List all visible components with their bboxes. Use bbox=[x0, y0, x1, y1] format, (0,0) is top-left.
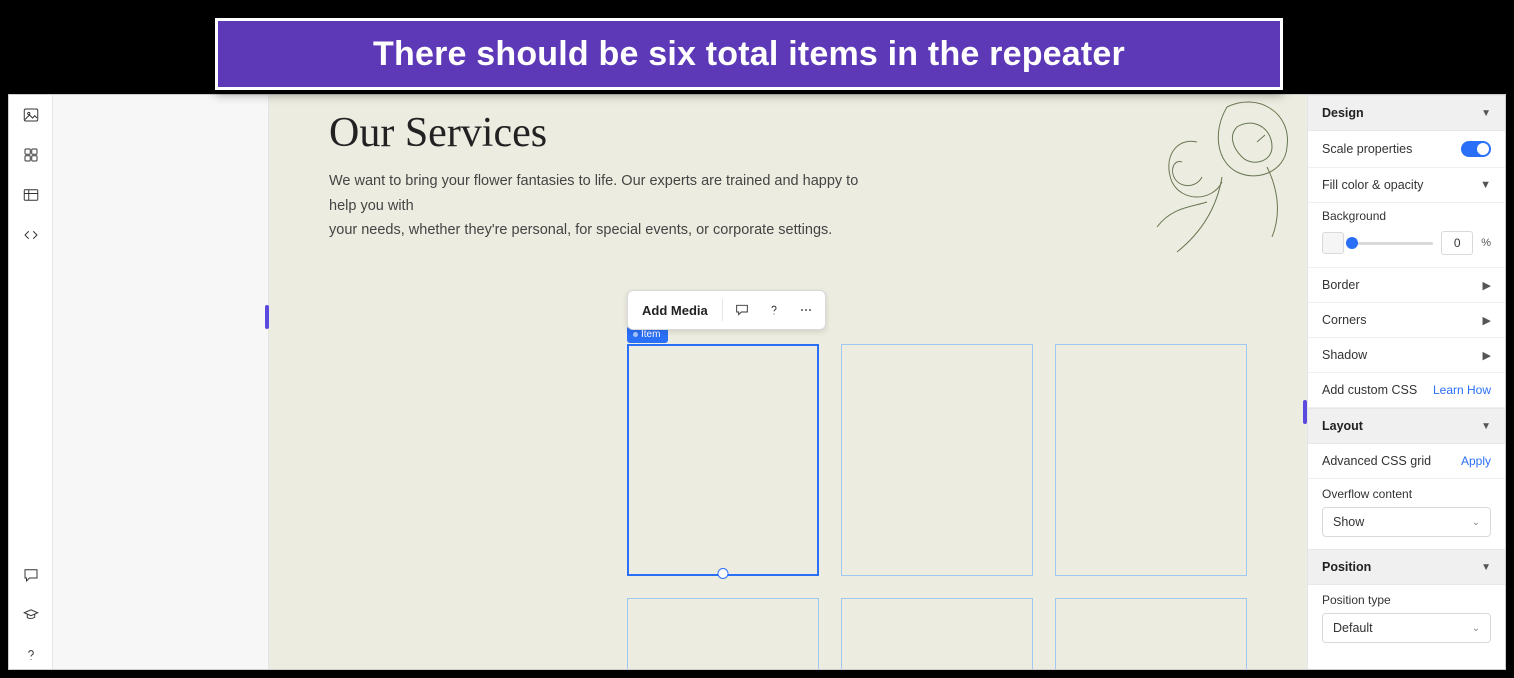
design-section-title: Design bbox=[1322, 106, 1364, 120]
corners-label: Corners bbox=[1322, 313, 1366, 327]
caret-right-icon: ▶ bbox=[1483, 314, 1491, 327]
chat-icon[interactable] bbox=[21, 565, 41, 585]
help-icon[interactable] bbox=[759, 295, 789, 325]
toolbar-divider bbox=[722, 299, 723, 321]
table-icon[interactable] bbox=[21, 185, 41, 205]
shadow-row[interactable]: Shadow ▶ bbox=[1308, 338, 1505, 373]
help-icon[interactable] bbox=[21, 645, 41, 665]
repeater-item-6[interactable] bbox=[1055, 598, 1247, 669]
properties-panel: Design ▼ Scale properties Fill color & o… bbox=[1307, 95, 1505, 669]
caret-down-icon: ▼ bbox=[1480, 179, 1491, 191]
position-section-header[interactable]: Position ▼ bbox=[1308, 549, 1505, 585]
advanced-grid-label: Advanced CSS grid bbox=[1322, 454, 1431, 468]
slider-thumb[interactable] bbox=[1346, 237, 1358, 249]
opacity-input[interactable] bbox=[1441, 231, 1473, 255]
border-label: Border bbox=[1322, 278, 1360, 292]
position-type-value: Default bbox=[1333, 621, 1373, 635]
more-icon[interactable] bbox=[791, 295, 821, 325]
element-context-toolbar: Add Media bbox=[627, 290, 826, 330]
app-window: Our Services We want to bring your flowe… bbox=[8, 94, 1506, 670]
color-swatch[interactable] bbox=[1322, 232, 1344, 254]
subheading-line-2: your needs, whether they're personal, fo… bbox=[329, 222, 832, 238]
subheading-line-1: We want to bring your flower fantasies t… bbox=[329, 173, 858, 214]
chevron-down-icon: ⌄ bbox=[1472, 517, 1480, 528]
add-media-button[interactable]: Add Media bbox=[632, 297, 718, 324]
instruction-banner: There should be six total items in the r… bbox=[215, 18, 1283, 90]
right-resize-handle[interactable] bbox=[1303, 400, 1307, 424]
page-heading: Our Services bbox=[329, 109, 1247, 157]
learn-how-link[interactable]: Learn How bbox=[1433, 383, 1491, 397]
overflow-label: Overflow content bbox=[1308, 479, 1505, 501]
scale-properties-row: Scale properties bbox=[1308, 131, 1505, 168]
layout-section-title: Layout bbox=[1322, 419, 1363, 433]
fill-opacity-row[interactable]: Fill color & opacity ▼ bbox=[1308, 168, 1505, 203]
shadow-label: Shadow bbox=[1322, 348, 1367, 362]
caret-down-icon: ▼ bbox=[1481, 108, 1491, 119]
repeater-item-4[interactable] bbox=[627, 598, 819, 669]
repeater-item-5[interactable] bbox=[841, 598, 1033, 669]
scale-properties-toggle[interactable] bbox=[1461, 141, 1491, 157]
comment-icon[interactable] bbox=[727, 295, 757, 325]
opacity-slider[interactable] bbox=[1352, 242, 1433, 245]
scale-properties-label: Scale properties bbox=[1322, 142, 1412, 156]
corners-row[interactable]: Corners ▶ bbox=[1308, 303, 1505, 338]
caret-down-icon: ▼ bbox=[1481, 562, 1491, 573]
position-section-title: Position bbox=[1322, 560, 1371, 574]
custom-css-row: Add custom CSS Learn How bbox=[1308, 373, 1505, 408]
page-subheading: We want to bring your flower fantasies t… bbox=[329, 169, 889, 243]
instruction-text: There should be six total items in the r… bbox=[373, 35, 1125, 74]
repeater-item-1[interactable] bbox=[627, 344, 819, 576]
opacity-unit: % bbox=[1481, 237, 1491, 249]
background-control: Background % bbox=[1308, 203, 1505, 268]
design-section-header[interactable]: Design ▼ bbox=[1308, 95, 1505, 131]
background-label: Background bbox=[1322, 209, 1491, 223]
left-collapsed-panel bbox=[53, 95, 269, 669]
position-type-select[interactable]: Default ⌄ bbox=[1322, 613, 1491, 643]
repeater-grid bbox=[627, 344, 1247, 669]
position-type-label: Position type bbox=[1308, 585, 1505, 607]
repeater-item-3[interactable] bbox=[1055, 344, 1247, 576]
apply-link[interactable]: Apply bbox=[1461, 454, 1491, 468]
advanced-grid-row: Advanced CSS grid Apply bbox=[1308, 444, 1505, 479]
grid-icon[interactable] bbox=[21, 145, 41, 165]
left-icon-rail bbox=[9, 95, 53, 669]
caret-down-icon: ▼ bbox=[1481, 421, 1491, 432]
border-row[interactable]: Border ▶ bbox=[1308, 268, 1505, 303]
editor-canvas[interactable]: Our Services We want to bring your flowe… bbox=[269, 95, 1307, 669]
fill-opacity-label: Fill color & opacity bbox=[1322, 178, 1423, 192]
element-tag-label: Item bbox=[641, 329, 660, 340]
overflow-value: Show bbox=[1333, 515, 1364, 529]
learn-icon[interactable] bbox=[21, 605, 41, 625]
caret-right-icon: ▶ bbox=[1483, 279, 1491, 292]
custom-css-label: Add custom CSS bbox=[1322, 383, 1417, 397]
layout-section-header[interactable]: Layout ▼ bbox=[1308, 408, 1505, 444]
image-icon[interactable] bbox=[21, 105, 41, 125]
overflow-select[interactable]: Show ⌄ bbox=[1322, 507, 1491, 537]
code-icon[interactable] bbox=[21, 225, 41, 245]
repeater-item-2[interactable] bbox=[841, 344, 1033, 576]
caret-right-icon: ▶ bbox=[1483, 349, 1491, 362]
chevron-down-icon: ⌄ bbox=[1472, 623, 1480, 634]
